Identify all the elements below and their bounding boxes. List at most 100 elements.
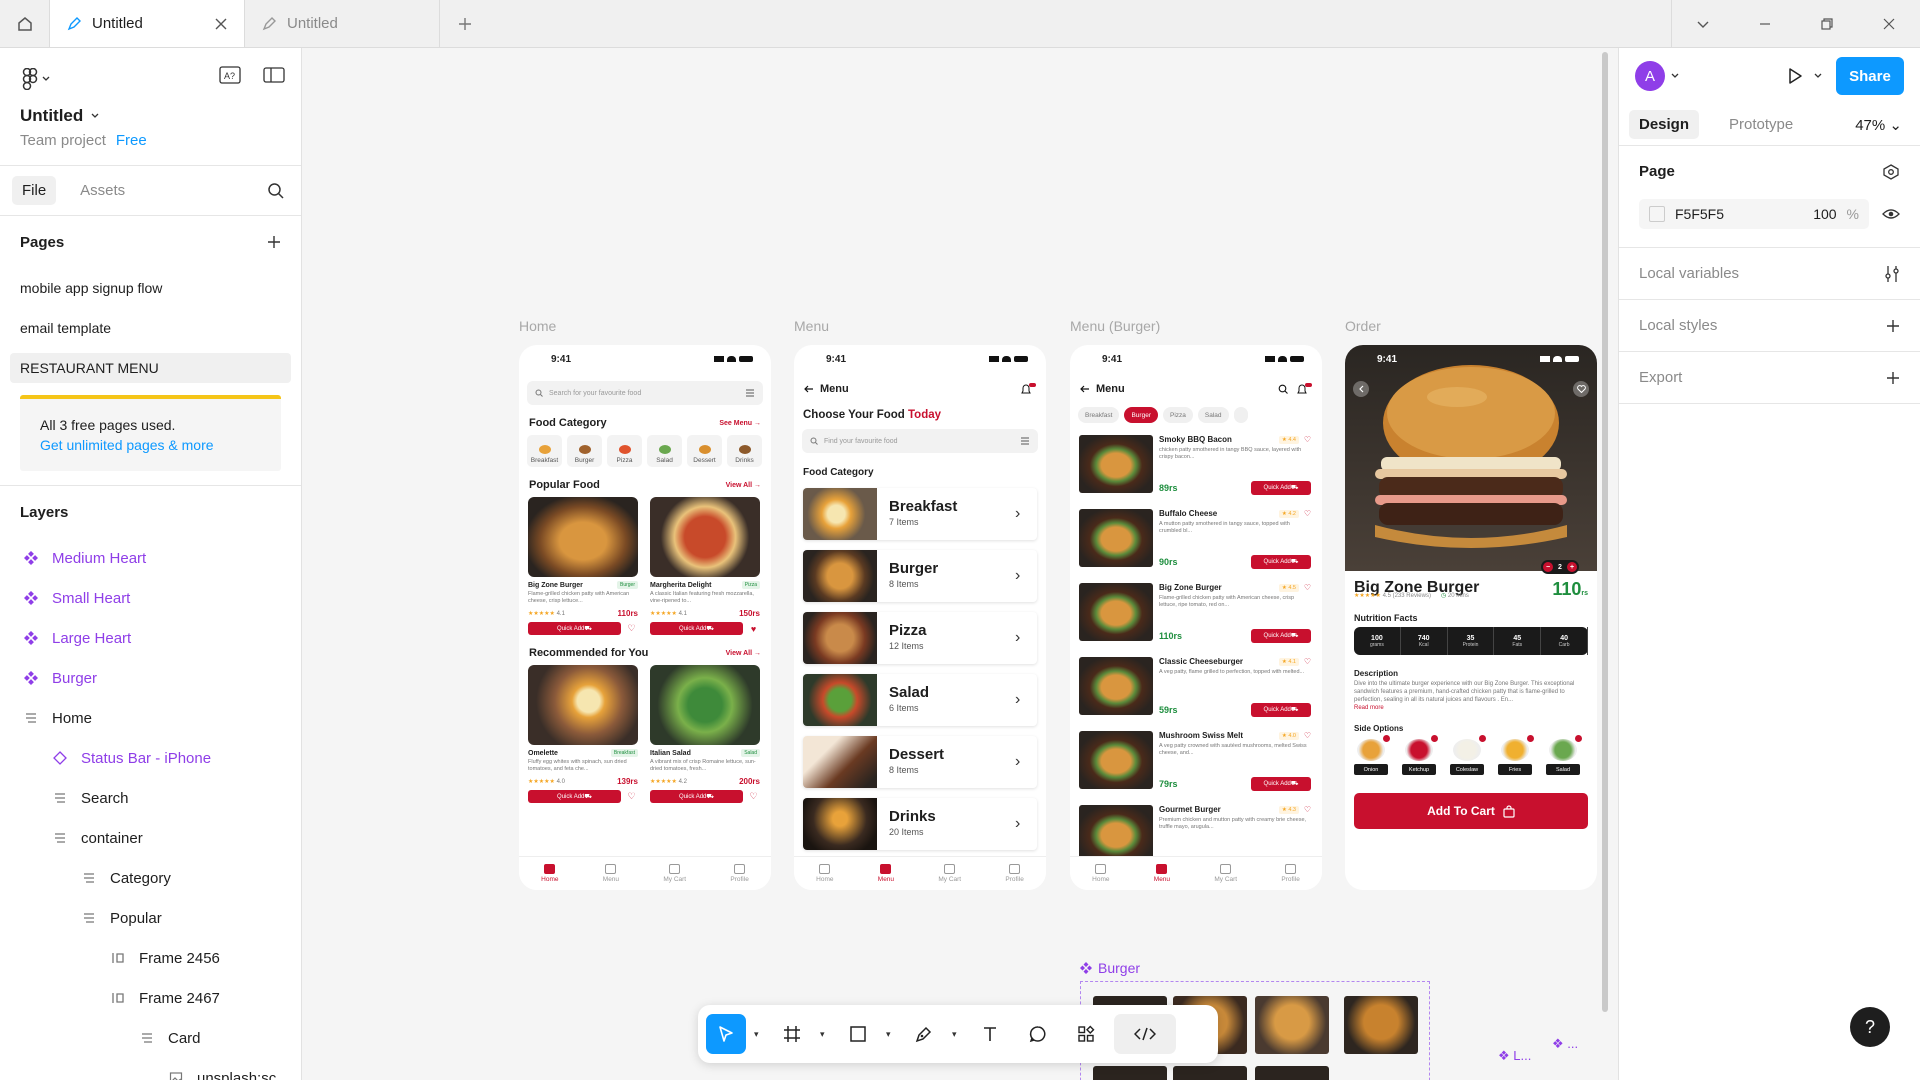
frame-label-home[interactable]: Home [519,318,556,334]
layer-item[interactable]: Frame 2456 [0,938,301,978]
filter-chip[interactable]: Pizza [1162,407,1193,423]
export-row[interactable]: Export [1639,352,1900,403]
add-to-cart-button[interactable]: Add To Cart [1354,793,1588,830]
burger-variant[interactable] [1093,1066,1167,1080]
dev-mode-toggle[interactable] [1114,1014,1176,1054]
heart-icon[interactable]: ♡ [1304,509,1311,518]
add-side-icon[interactable] [1479,735,1486,743]
quick-add-button[interactable]: Quick Add ⛟ [650,622,743,635]
notification-bell-icon[interactable] [1020,383,1036,395]
heart-icon[interactable]: ♥ [747,622,760,635]
burger-variant[interactable] [1173,1066,1247,1080]
nav-item[interactable]: Profile [730,864,749,883]
chevron-down-icon[interactable]: ▾ [952,1029,962,1040]
menu-category-row[interactable]: Pizza 12 Items › [803,612,1037,664]
nav-item[interactable]: Profile [1281,864,1300,883]
plan-badge[interactable]: Free [116,132,147,149]
menu-frame[interactable]: 9:41 Menu Choose Your Food Today Find yo… [794,345,1046,890]
side-option[interactable]: Coleslaw [1450,735,1486,776]
heart-icon[interactable]: ♡ [625,790,638,803]
filter-chip[interactable]: Breakfast [1078,407,1120,423]
plus-icon[interactable] [1886,371,1900,385]
heart-icon[interactable]: ♡ [625,622,638,635]
filter-chip[interactable]: Salad [1197,407,1229,423]
frame-label-menu[interactable]: Menu [794,318,829,334]
nav-item[interactable]: Home [816,864,833,883]
read-more-link[interactable]: Read more [1354,704,1588,712]
layer-item[interactable]: Small Heart [0,578,301,618]
add-side-icon[interactable] [1383,735,1390,743]
add-side-icon[interactable] [1431,735,1438,743]
search-icon[interactable] [267,182,285,200]
heart-icon[interactable]: ♡ [1304,805,1311,814]
heart-icon[interactable]: ♡ [1304,583,1311,592]
back-arrow-icon[interactable] [804,385,814,393]
local-styles-section[interactable]: Local styles [1619,300,1920,352]
order-frame[interactable]: 9:41 − 2 + Big Zone Burger 110rs ★★★★★ 4… [1345,345,1597,890]
color-swatch[interactable] [1649,206,1665,222]
move-tool[interactable] [706,1014,746,1054]
frame-label-order[interactable]: Order [1345,318,1381,334]
minus-icon[interactable]: − [1543,562,1553,572]
side-option[interactable]: Salad [1546,735,1582,776]
view-all-link[interactable]: View All → [726,650,761,657]
menu-burger-frame[interactable]: 9:41 Menu Breakfast Burger Pizza Salad Smok… [1070,345,1322,890]
frame-tool[interactable] [772,1014,812,1054]
component-set-label-small[interactable]: ❖ ... [1552,1036,1578,1052]
quick-add-button[interactable]: Quick Add ⛟ [1251,777,1311,791]
eye-icon[interactable] [1882,207,1900,221]
chevron-down-icon[interactable] [1671,72,1679,80]
category-chip[interactable]: Pizza [607,435,642,467]
sliders-icon[interactable] [1884,265,1900,283]
tab-file[interactable]: File [12,176,57,205]
new-tab-button[interactable] [440,0,490,47]
local-styles-row[interactable]: Local styles [1639,300,1900,351]
notification-bell-icon[interactable] [1296,383,1312,395]
layer-item[interactable]: Burger [0,658,301,698]
layer-item[interactable]: Card [0,1018,301,1058]
actions-tool[interactable] [1066,1014,1106,1054]
close-icon[interactable] [214,17,228,31]
tabs-dropdown-button[interactable] [1672,0,1734,48]
component-set-label-small[interactable]: ❖ L... [1498,1048,1531,1064]
page-item-selected[interactable]: RESTAURANT MENU [10,353,291,383]
tab-untitled-1[interactable]: Untitled [50,0,245,47]
upsell-link[interactable]: Get unlimited pages & more [40,437,261,453]
menu-category-row[interactable]: Burger 8 Items › [803,550,1037,602]
layer-item[interactable]: Home [0,698,301,738]
shape-tool[interactable] [838,1014,878,1054]
text-tool[interactable] [970,1014,1010,1054]
menu-category-row[interactable]: Dessert 8 Items › [803,736,1037,788]
quick-add-button[interactable]: Quick Add ⛟ [650,790,743,803]
layer-item[interactable]: Frame 2467 [0,978,301,1018]
tab-prototype[interactable]: Prototype [1719,110,1803,139]
see-menu-link[interactable]: See Menu → [719,420,761,427]
heart-icon[interactable]: ♡ [1304,435,1311,444]
category-chip[interactable]: Breakfast [527,435,562,467]
category-chip[interactable]: Drinks [727,435,762,467]
translate-icon[interactable]: A? [219,66,241,84]
side-option[interactable]: Ketchup [1402,735,1438,776]
plus-icon[interactable] [1886,319,1900,333]
favorite-button[interactable] [1573,381,1589,397]
burger-row[interactable]: Big Zone Burger Flame-grilled chicken pat… [1079,583,1313,645]
add-side-icon[interactable] [1575,735,1582,743]
layer-item[interactable]: Search [0,778,301,818]
nav-item[interactable]: Profile [1005,864,1024,883]
search-bar[interactable]: Find your favourite food [802,429,1038,453]
nav-item[interactable]: Menu [878,864,894,883]
heart-icon[interactable]: ♡ [1304,731,1311,740]
quick-add-button[interactable]: Quick Add ⛟ [528,622,621,635]
chevron-down-icon[interactable]: ▾ [886,1029,896,1040]
local-variables-row[interactable]: Local variables [1639,248,1900,299]
menu-category-row[interactable]: Breakfast 7 Items › [803,488,1037,540]
close-window-button[interactable] [1858,0,1920,48]
nav-item[interactable]: My Cart [1214,864,1237,883]
filter-chip-more[interactable] [1233,407,1248,423]
tab-design[interactable]: Design [1629,110,1700,139]
burger-variant[interactable] [1255,1066,1329,1080]
export-section[interactable]: Export [1619,352,1920,404]
chevron-down-icon[interactable]: ▾ [820,1029,830,1040]
nav-item[interactable]: My Cart [938,864,961,883]
layer-item[interactable]: unsplash:sc [0,1058,301,1080]
